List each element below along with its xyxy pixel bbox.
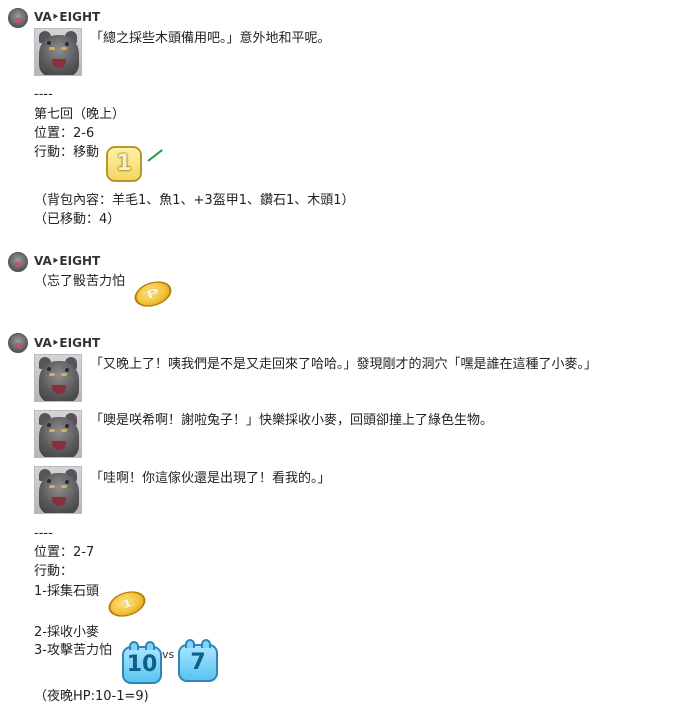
action-option: 2-採收小麥 (34, 625, 99, 640)
dice-blue-icon: 7 (178, 639, 218, 682)
dialogue-line: 「總之採些木頭備用吧。」意外地和平呢。 (90, 31, 331, 46)
character-portrait (34, 354, 82, 402)
dialogue-line: 「哇啊！你這傢伙還是出現了！看我的。」 (90, 471, 331, 486)
coin-icon: 1 (105, 586, 149, 622)
action-text: 行動：移動 (34, 145, 100, 160)
user-avatar[interactable] (8, 252, 28, 272)
position-text: 位置：2-7 (34, 545, 95, 560)
character-portrait (34, 410, 82, 458)
action-option: 1-採集石頭 (34, 584, 99, 599)
coin-icon: P (131, 276, 175, 312)
action-text: 行動： (34, 564, 74, 579)
character-portrait (34, 466, 82, 514)
hp-text: （夜晚HP:10-1=9) (34, 689, 149, 704)
dialogue-line: 「又晚上了！咦我們是不是又走回來了哈哈。」發現剛才的洞穴「嘿是誰在這種了小麥。」 (90, 357, 598, 372)
username[interactable]: VA‣EIGHT (34, 336, 100, 350)
character-portrait (34, 28, 82, 76)
inventory-text: （背包內容：羊毛1、魚1、+3盔甲1、鑽石1、木頭1） (34, 193, 355, 208)
action-option: 3-攻擊苦力怕 (34, 643, 112, 658)
username[interactable]: VA‣EIGHT (34, 254, 100, 268)
separator-text: ---- (34, 87, 53, 102)
dice-blue-icon: 10 (122, 641, 162, 684)
forgot-roll-text: （忘了骰苦力怕 (34, 274, 126, 289)
round-text: 第七回（晚上） (34, 107, 126, 122)
username[interactable]: VA‣EIGHT (34, 10, 100, 24)
user-avatar[interactable] (8, 333, 28, 353)
dice-yellow-icon: 1 (106, 146, 142, 182)
separator-text: ---- (34, 526, 53, 541)
user-avatar[interactable] (8, 8, 28, 28)
moved-text: （已移動：4） (34, 212, 121, 227)
move-arrow-icon (147, 149, 163, 162)
dialogue-line: 「噢是咲希啊！謝啦兔子！」快樂採收小麥，回頭卻撞上了綠色生物。 (90, 413, 494, 428)
versus-label: vs (162, 648, 175, 661)
position-text: 位置：2-6 (34, 126, 95, 141)
